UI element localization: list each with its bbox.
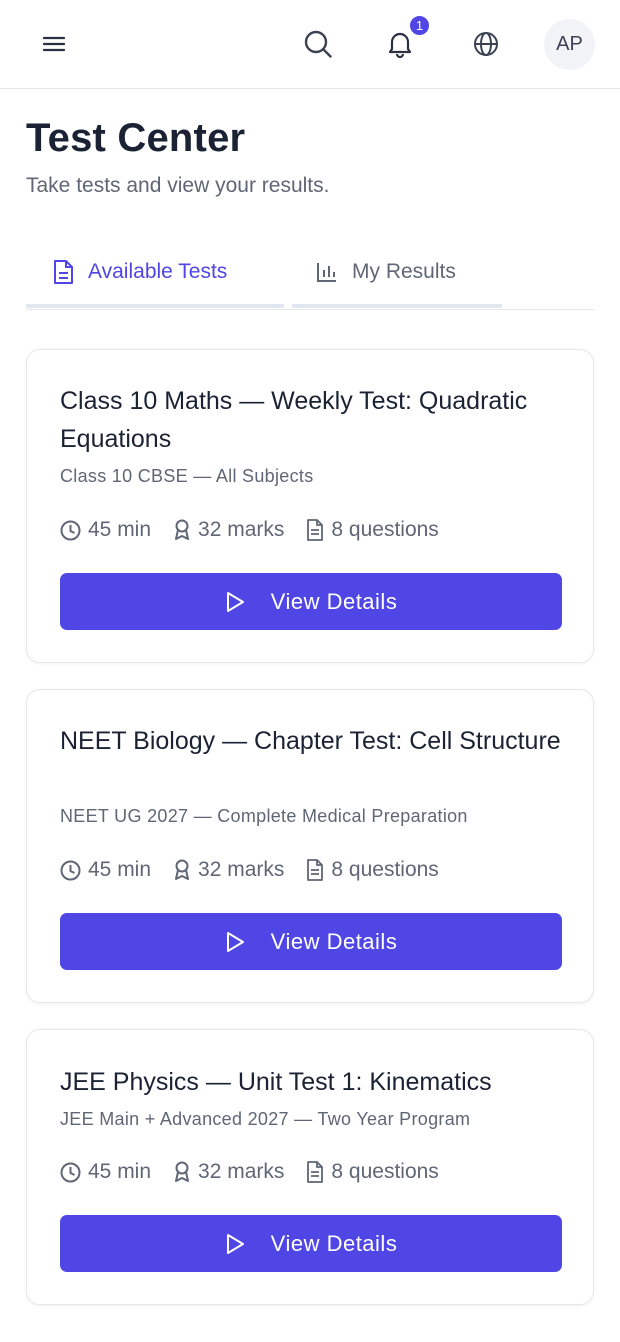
play-icon bbox=[226, 1233, 244, 1254]
test-course: Class 10 CBSE — All Subjects bbox=[60, 466, 314, 486]
test-duration: 45 min bbox=[88, 1160, 152, 1183]
page-title: Test Center bbox=[26, 116, 246, 160]
top-bar: 1 AP bbox=[0, 0, 620, 89]
bell-icon bbox=[388, 32, 412, 58]
test-card: Class 10 Maths — Weekly Test: Quadratic … bbox=[26, 349, 594, 663]
notification-badge: 1 bbox=[408, 14, 431, 37]
tab-bar: Available Tests My Results bbox=[26, 240, 594, 310]
test-title: Class 10 Maths — Weekly Test: Quadratic … bbox=[60, 387, 528, 453]
menu-button[interactable] bbox=[34, 24, 74, 64]
test-marks: 32 marks bbox=[198, 858, 285, 881]
play-icon bbox=[226, 931, 244, 952]
search-icon bbox=[304, 30, 332, 58]
button-label: View Details bbox=[270, 1230, 398, 1256]
document-icon bbox=[307, 859, 324, 881]
menu-icon bbox=[43, 36, 65, 52]
test-duration: 45 min bbox=[88, 858, 152, 881]
test-meta: 45 min 32 marks 8 questions bbox=[60, 1160, 461, 1184]
tab-my-results[interactable]: My Results bbox=[292, 240, 502, 308]
bar-chart-icon bbox=[317, 263, 336, 282]
document-icon bbox=[54, 260, 73, 284]
test-questions: 8 questions bbox=[331, 858, 439, 881]
test-title: NEET Biology — Chapter Test: Cell Struct… bbox=[60, 727, 561, 755]
test-meta: 45 min 32 marks 8 questions bbox=[60, 518, 461, 542]
test-course: JEE Main + Advanced 2027 — Two Year Prog… bbox=[60, 1109, 471, 1129]
document-icon bbox=[307, 519, 324, 541]
test-title: JEE Physics — Unit Test 1: Kinematics bbox=[60, 1068, 492, 1096]
view-details-button[interactable]: View Details bbox=[60, 913, 562, 970]
button-label: View Details bbox=[270, 928, 398, 954]
language-button[interactable] bbox=[466, 24, 506, 64]
play-icon bbox=[226, 591, 244, 612]
tab-label: Available Tests bbox=[88, 260, 228, 283]
clock-icon bbox=[60, 860, 81, 880]
award-icon bbox=[175, 1161, 190, 1182]
test-marks: 32 marks bbox=[198, 518, 285, 541]
view-details-button[interactable]: View Details bbox=[60, 573, 562, 630]
test-card: JEE Physics — Unit Test 1: Kinematics JE… bbox=[26, 1029, 594, 1305]
test-card: NEET Biology — Chapter Test: Cell Struct… bbox=[26, 689, 594, 1003]
tab-available-tests[interactable]: Available Tests bbox=[26, 240, 284, 308]
clock-icon bbox=[60, 520, 81, 540]
test-marks: 32 marks bbox=[198, 1160, 285, 1183]
test-questions: 8 questions bbox=[331, 518, 439, 541]
award-icon bbox=[175, 859, 190, 880]
test-course: NEET UG 2027 — Complete Medical Preparat… bbox=[60, 806, 468, 826]
clock-icon bbox=[60, 1162, 81, 1182]
avatar[interactable]: AP bbox=[544, 19, 595, 70]
button-label: View Details bbox=[270, 588, 398, 614]
page-subtitle: Take tests and view your results. bbox=[26, 174, 330, 197]
view-details-button[interactable]: View Details bbox=[60, 1215, 562, 1272]
tab-label: My Results bbox=[352, 260, 456, 283]
search-button[interactable] bbox=[298, 24, 338, 64]
test-duration: 45 min bbox=[88, 518, 152, 541]
globe-icon bbox=[474, 32, 498, 56]
test-meta: 45 min 32 marks 8 questions bbox=[60, 858, 461, 882]
test-questions: 8 questions bbox=[331, 1160, 439, 1183]
award-icon bbox=[175, 519, 190, 540]
document-icon bbox=[307, 1161, 324, 1183]
